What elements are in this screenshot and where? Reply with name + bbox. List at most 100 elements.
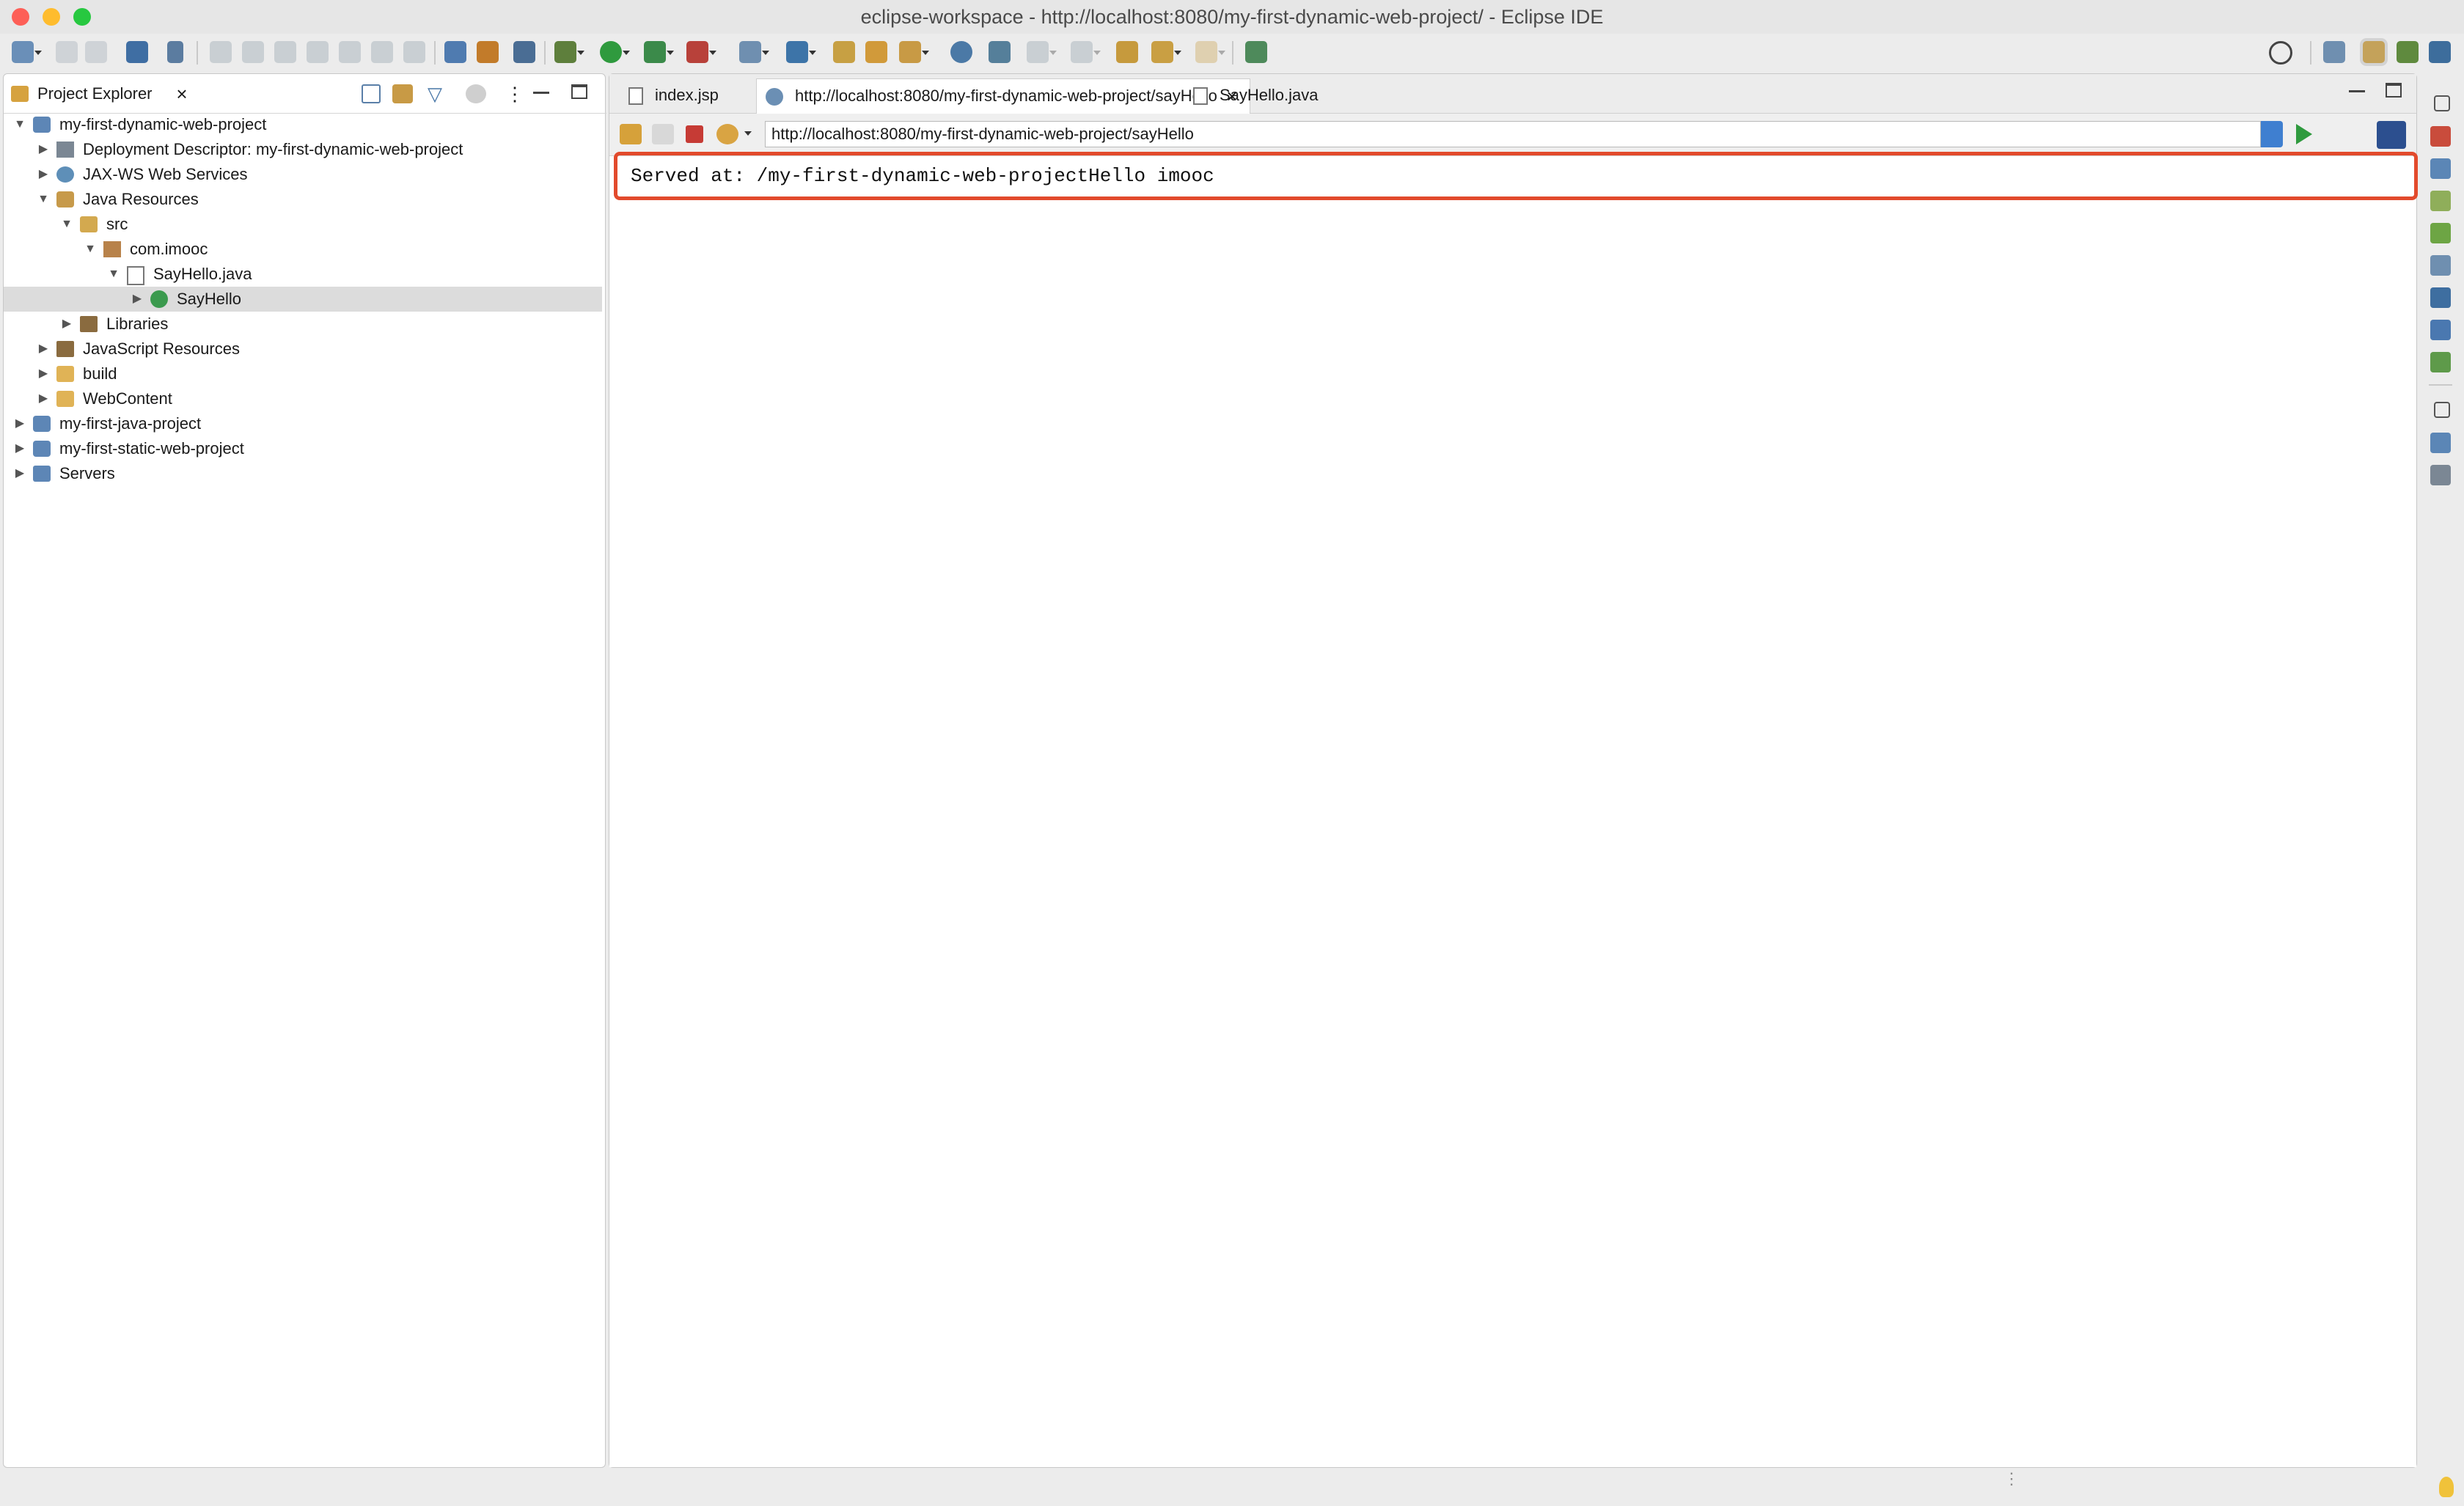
focus-on-task-icon[interactable] xyxy=(466,84,486,103)
run-icon[interactable] xyxy=(600,41,630,63)
tree-row-src[interactable]: ▼ src xyxy=(4,212,602,237)
browser-forward-icon[interactable] xyxy=(652,124,674,144)
step-over-icon[interactable] xyxy=(371,41,393,63)
refresh-dropdown-icon[interactable] xyxy=(744,131,752,136)
expand-twisty[interactable]: ▼ xyxy=(83,237,98,262)
snippets-view-icon[interactable] xyxy=(2430,255,2451,276)
expand-twisty[interactable]: ▼ xyxy=(36,187,51,212)
view-menu-icon[interactable]: ⋮ xyxy=(505,81,524,106)
debug-perspective-icon[interactable] xyxy=(2397,41,2419,63)
browser-back-icon[interactable] xyxy=(620,124,642,144)
skip-breakpoints-icon[interactable] xyxy=(167,41,183,63)
minimize-editor-icon[interactable] xyxy=(2349,90,2365,92)
go-icon[interactable] xyxy=(2296,124,2312,144)
filter-icon[interactable]: ▽ xyxy=(425,84,445,103)
open-perspective-icon[interactable] xyxy=(513,41,535,63)
status-drag-handle[interactable]: ⋮ xyxy=(2003,1471,2020,1499)
link-with-editor-icon[interactable] xyxy=(392,84,413,103)
tree-row-libraries[interactable]: ▶ Libraries xyxy=(4,312,602,337)
expand-twisty[interactable]: ▶ xyxy=(36,361,51,386)
suspend-icon[interactable] xyxy=(242,41,264,63)
expand-twisty[interactable]: ▼ xyxy=(106,262,121,287)
tree-row-javascript-resources[interactable]: ▶ JavaScript Resources xyxy=(4,337,602,361)
run-on-server-icon[interactable] xyxy=(989,41,1011,63)
tree-row-com-imooc[interactable]: ▼ com.imooc xyxy=(4,237,602,262)
markers-view-icon[interactable] xyxy=(2430,126,2451,147)
open-type-icon[interactable] xyxy=(833,41,855,63)
browser-stop-icon[interactable] xyxy=(686,125,703,143)
disconnect-icon[interactable] xyxy=(307,41,329,63)
java-perspective-icon[interactable] xyxy=(2429,41,2451,63)
expand-twisty[interactable]: ▶ xyxy=(36,386,51,411)
javadoc-view-icon[interactable] xyxy=(2430,320,2451,340)
close-window-button[interactable] xyxy=(12,8,29,26)
tree-row-sayhello-class[interactable]: ▶ SayHello xyxy=(4,287,602,312)
new-server-icon[interactable] xyxy=(739,41,769,63)
restore-icon[interactable] xyxy=(2434,95,2450,111)
last-edit-location-icon[interactable] xyxy=(1116,41,1138,63)
project-explorer-tab-label[interactable]: Project Explorer xyxy=(37,74,153,114)
pin-editor-icon[interactable] xyxy=(1245,41,1267,63)
open-perspective-button-icon[interactable] xyxy=(2323,41,2345,63)
outline-view-icon[interactable] xyxy=(2430,433,2451,453)
next-annotation-icon[interactable] xyxy=(1027,41,1057,63)
resume-icon[interactable] xyxy=(210,41,232,63)
tree-row-servers[interactable]: ▶ Servers xyxy=(4,461,602,486)
lightbulb-icon[interactable] xyxy=(2439,1477,2454,1497)
tree-row-java-resources[interactable]: ▼ Java Resources xyxy=(4,187,602,212)
tab-sayhello-java[interactable]: SayHello.java xyxy=(1181,78,1374,114)
tree-row-my-first-dynamic-web-project[interactable]: ▼ my-first-dynamic-web-project xyxy=(4,112,602,137)
tree-row-deployment-descriptor[interactable]: ▶ Deployment Descriptor: my-first-dynami… xyxy=(4,137,602,162)
expand-twisty[interactable]: ▶ xyxy=(36,337,51,361)
browser-refresh-icon[interactable] xyxy=(716,124,738,144)
expand-twisty[interactable]: ▶ xyxy=(59,312,74,337)
search-icon[interactable] xyxy=(2269,41,2292,65)
toggle-block-icon[interactable] xyxy=(444,41,466,63)
expand-twisty[interactable]: ▶ xyxy=(12,436,27,461)
search-tool-icon[interactable] xyxy=(899,41,929,63)
expand-twisty[interactable]: ▶ xyxy=(12,411,27,436)
forward-icon[interactable] xyxy=(1195,41,1225,63)
previous-annotation-icon[interactable] xyxy=(1071,41,1101,63)
minimize-window-button[interactable] xyxy=(43,8,60,26)
jee-perspective-icon[interactable] xyxy=(2363,41,2385,63)
tree-row-my-first-static-web-project[interactable]: ▶ my-first-static-web-project xyxy=(4,436,602,461)
task-list-view-icon[interactable] xyxy=(2430,465,2451,485)
new-web-service-icon[interactable] xyxy=(786,41,816,63)
console-view-icon[interactable] xyxy=(2430,287,2451,308)
restore-icon[interactable] xyxy=(2434,402,2450,418)
save-all-icon[interactable] xyxy=(85,41,107,63)
url-history-dropdown-icon[interactable] xyxy=(2261,121,2283,147)
tree-row-webcontent[interactable]: ▶ WebContent xyxy=(4,386,602,411)
tab-browser-sayhello[interactable]: http://localhost:8080/my-first-dynamic-w… xyxy=(756,78,1250,114)
progress-view-icon[interactable] xyxy=(2430,352,2451,372)
new-wizard-icon[interactable] xyxy=(12,41,42,63)
expand-twisty[interactable]: ▶ xyxy=(130,287,144,312)
step-return-icon[interactable] xyxy=(403,41,425,63)
step-into-icon[interactable] xyxy=(339,41,361,63)
data-source-explorer-icon[interactable] xyxy=(2430,223,2451,243)
tree-row-sayhello-java[interactable]: ▼ SayHello.java xyxy=(4,262,602,287)
url-field[interactable]: http://localhost:8080/my-first-dynamic-w… xyxy=(765,121,2261,147)
open-web-browser-icon[interactable] xyxy=(950,41,972,63)
toggle-mark-icon[interactable] xyxy=(477,41,499,63)
properties-view-icon[interactable] xyxy=(2430,158,2451,179)
servers-view-icon[interactable] xyxy=(2430,191,2451,211)
maximize-view-icon[interactable] xyxy=(571,84,587,99)
open-resource-icon[interactable] xyxy=(865,41,887,63)
expand-twisty[interactable]: ▶ xyxy=(12,461,27,486)
back-icon[interactable] xyxy=(1151,41,1181,63)
external-tools-icon[interactable] xyxy=(686,41,716,63)
expand-twisty[interactable]: ▶ xyxy=(36,137,51,162)
terminate-icon[interactable] xyxy=(274,41,296,63)
debug-icon[interactable] xyxy=(554,41,584,63)
collapse-all-icon[interactable] xyxy=(362,84,381,103)
maximize-editor-icon[interactable] xyxy=(2386,83,2402,98)
close-tab-icon[interactable]: × xyxy=(171,81,193,106)
tree-row-my-first-java-project[interactable]: ▶ my-first-java-project xyxy=(4,411,602,436)
save-icon[interactable] xyxy=(56,41,78,63)
tree-row-build[interactable]: ▶ build xyxy=(4,361,602,386)
zoom-window-button[interactable] xyxy=(73,8,91,26)
expand-twisty[interactable]: ▼ xyxy=(12,112,27,137)
tree-row-jax-ws-web-services[interactable]: ▶ JAX-WS Web Services xyxy=(4,162,602,187)
